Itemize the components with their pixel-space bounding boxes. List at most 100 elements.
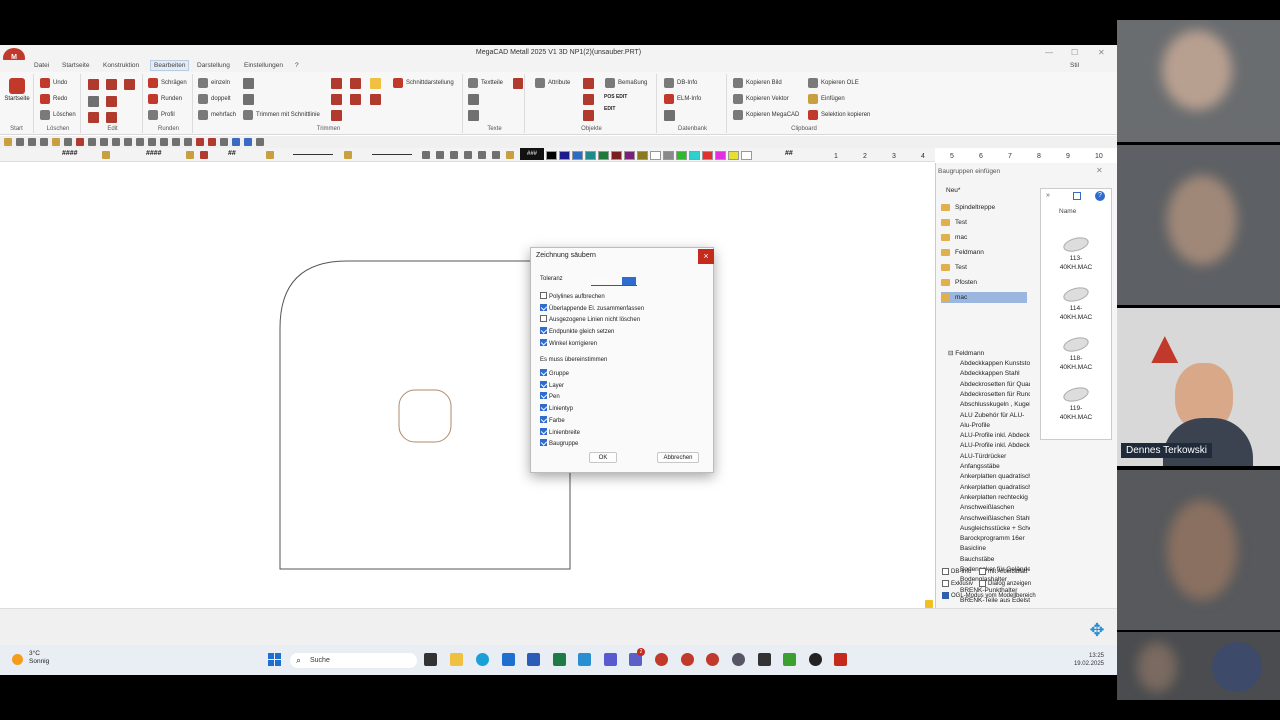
explode-icon[interactable] (331, 110, 342, 121)
kopieren-vektor-button[interactable]: Kopieren Vektor (733, 93, 789, 105)
megacad-taskbar-icon-2[interactable] (681, 653, 694, 666)
trim-divide-icon[interactable] (243, 94, 254, 105)
tree-item[interactable]: Abdeckkappen Kunststoff (960, 360, 1030, 367)
mit-arbeitsblatt-checkbox[interactable] (979, 568, 986, 575)
user-label[interactable]: Stil (1070, 62, 1079, 69)
kopieren-megacad-button[interactable]: Kopieren MegaCAD (733, 109, 799, 121)
linetype-dropdown-icon[interactable] (344, 151, 352, 159)
dialog-option[interactable]: Linientyp (540, 404, 573, 412)
zoom-in-icon[interactable] (422, 151, 430, 159)
attribute-button[interactable]: Attribute (535, 77, 570, 89)
option-checkbox[interactable] (540, 315, 547, 323)
tree-item[interactable]: Anfangsstäbe (960, 463, 1030, 470)
undo-small-icon[interactable] (196, 138, 204, 146)
view-mode-icon[interactable] (1073, 192, 1081, 200)
weather-sun-icon[interactable] (12, 654, 23, 665)
layer-number[interactable]: 10 (1095, 153, 1103, 160)
palette-swatch[interactable] (598, 151, 609, 160)
scissors-icon[interactable] (331, 78, 342, 89)
pos-edit-button[interactable]: POS EDIT (604, 95, 627, 100)
tree-item[interactable]: Ankerplatten quadratisch (960, 473, 1030, 480)
zoom-icon[interactable] (136, 138, 144, 146)
option-checkbox[interactable] (540, 338, 547, 346)
tree-item[interactable]: Ankerplatten rechteckig (960, 494, 1030, 501)
folder-icon[interactable] (52, 138, 60, 146)
dialog-option[interactable]: Farbe (540, 415, 565, 424)
cancel-button[interactable]: Abbrechen (657, 452, 699, 463)
taskbar-search[interactable]: ⌕ Suche (290, 653, 417, 668)
linetype-sample[interactable] (293, 154, 333, 155)
tree-item[interactable]: Abdeckrosetten für Quadrat (960, 381, 1030, 388)
startseite-button[interactable]: Startseite (3, 78, 31, 102)
layer-number[interactable]: 4 (921, 153, 925, 160)
layer-number[interactable]: 7 (1008, 153, 1012, 160)
edit-button[interactable]: EDIT (604, 106, 615, 112)
dialog-option[interactable]: Baugruppe (540, 439, 578, 447)
thumbnail-item[interactable]: 118-40KH.MAC (1041, 334, 1111, 372)
layer-icon[interactable] (88, 138, 96, 146)
option-checkbox[interactable] (540, 369, 547, 376)
video-tile-5[interactable] (1117, 632, 1280, 700)
palette-swatch[interactable] (546, 151, 557, 160)
split-s-icon[interactable] (331, 94, 342, 105)
ortho-icon[interactable] (124, 138, 132, 146)
expand-icon[interactable]: » (1046, 192, 1050, 199)
option-checkbox[interactable] (540, 380, 547, 388)
scale-icon[interactable] (106, 96, 117, 107)
split-icon[interactable] (350, 78, 361, 89)
save-icon[interactable] (28, 138, 36, 146)
folder-item[interactable]: mac (941, 292, 1027, 303)
cross-trim-icon[interactable] (370, 78, 381, 89)
open-icon[interactable] (16, 138, 24, 146)
palette-swatch[interactable] (650, 151, 661, 160)
menu-startseite[interactable]: Startseite (62, 62, 89, 69)
snap-icon[interactable] (112, 138, 120, 146)
tree-item[interactable]: Barockprogramm 16er (960, 535, 1030, 542)
video-tile-2[interactable] (1117, 145, 1280, 305)
help-small-icon[interactable] (244, 138, 252, 146)
maximize-button[interactable]: ☐ (1071, 45, 1078, 60)
option-checkbox[interactable] (540, 327, 547, 335)
tree-item[interactable]: Abdeckkappen Stahl (960, 370, 1030, 377)
tree-item[interactable]: Anschweißlaschen (960, 504, 1030, 511)
rotate-icon[interactable] (124, 79, 135, 90)
drawing-canvas[interactable] (0, 163, 933, 608)
ogl-modus-option[interactable]: OGL-Modus vom Modellbereich (942, 592, 1036, 599)
dark-app-icon[interactable] (809, 653, 822, 666)
thumbnail-item[interactable]: 119-40KH.MAC (1041, 384, 1111, 422)
tree-item[interactable]: Bauchstäbe (960, 556, 1030, 563)
menu-konstruktion[interactable]: Konstruktion (103, 62, 139, 69)
hide-icon[interactable] (184, 138, 192, 146)
folder-item[interactable]: Feldmann (941, 247, 1027, 258)
palette-swatch[interactable] (559, 151, 570, 160)
render-icon[interactable] (172, 138, 180, 146)
outer-contour-shape[interactable] (279, 260, 571, 570)
dialog-anzeigen-option[interactable]: Dialog anzeigen (979, 580, 1031, 587)
windows-start-icon[interactable] (268, 653, 282, 667)
pan-icon[interactable] (148, 138, 156, 146)
selektion-kopieren-button[interactable]: Selektion kopieren (808, 109, 870, 121)
option-checkbox[interactable] (540, 303, 547, 311)
option-checkbox[interactable] (540, 392, 547, 400)
taskbar-clock[interactable]: 13:25 19.02.2025 (1040, 652, 1104, 668)
zoom-out-icon[interactable] (436, 151, 444, 159)
palette-swatch[interactable] (728, 151, 739, 160)
minimize-button[interactable]: — (1045, 45, 1053, 60)
print-icon[interactable] (40, 138, 48, 146)
redo-small-icon[interactable] (208, 138, 216, 146)
text-a-icon[interactable] (513, 78, 523, 89)
palette-swatch[interactable] (676, 151, 687, 160)
file-explorer-icon[interactable] (450, 653, 463, 666)
object-scale-icon[interactable] (583, 110, 594, 121)
red-tool-icon[interactable] (76, 138, 84, 146)
palette-swatch[interactable] (741, 151, 752, 160)
trim-mehrfach-button[interactable]: mehrfach (198, 109, 236, 121)
palette-swatch[interactable] (663, 151, 674, 160)
group-field[interactable]: ## (228, 150, 236, 157)
word-icon[interactable] (527, 653, 540, 666)
option-checkbox[interactable] (540, 292, 547, 299)
navigation-cube-icon[interactable]: ✥ (1086, 619, 1108, 641)
tree-item[interactable]: Ausgleichsstücke + Scheiben (960, 525, 1030, 532)
db-info-button[interactable]: DB-Info (664, 77, 697, 89)
trim-doppelt-button[interactable]: doppelt (198, 93, 231, 105)
